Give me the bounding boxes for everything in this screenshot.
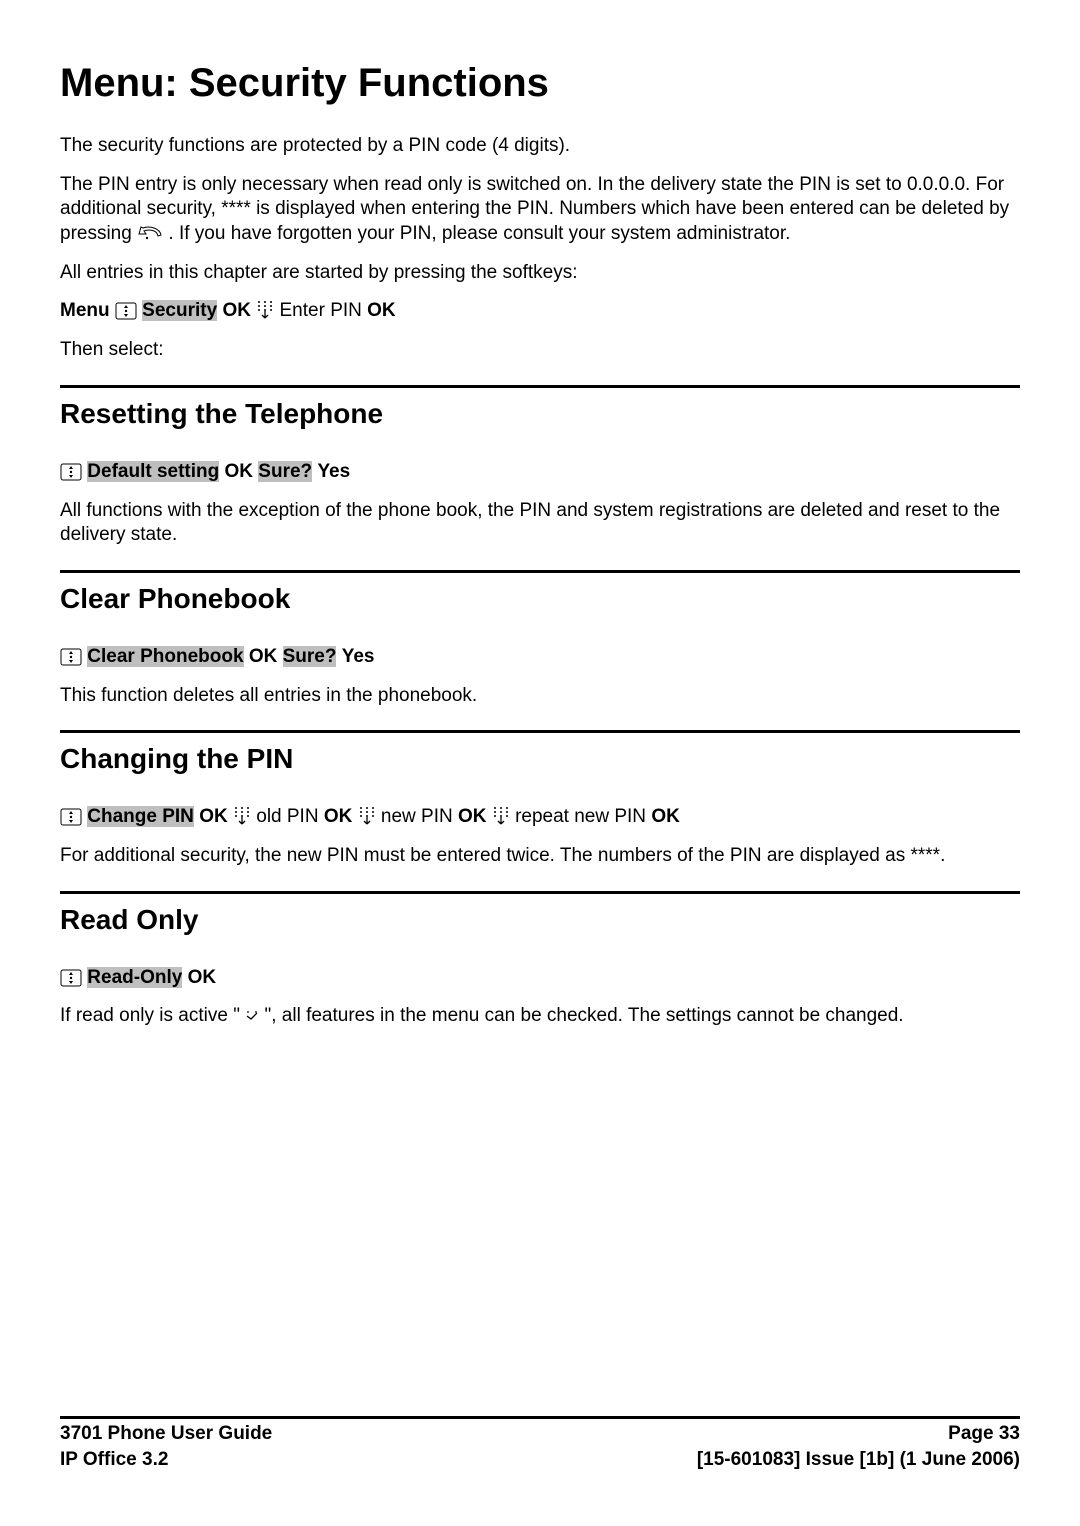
old-pin-label: old PIN (256, 806, 324, 827)
footer-right-2: [15-601083] Issue [1b] (1 June 2006) (697, 1449, 1020, 1471)
pin-body: For additional security, the new PIN mus… (60, 844, 1020, 869)
ok-label: OK (458, 806, 492, 827)
nav-key-icon (60, 807, 82, 827)
footer-divider (60, 1416, 1020, 1419)
security-softkey: Security (142, 300, 217, 321)
reset-sequence: Default setting OK Sure? Yes (60, 460, 1020, 485)
nav-key-icon (115, 301, 137, 321)
intro-p2b: . If you have forgotten your PIN, please… (168, 223, 790, 244)
ok-label: OK (324, 806, 358, 827)
sure-softkey: Sure? (258, 461, 312, 482)
footer-left-1: 3701 Phone User Guide (60, 1423, 272, 1445)
readonly-body: If read only is active " ", all features… (60, 1004, 1020, 1029)
footer-right-1: Page 33 (948, 1423, 1020, 1445)
ok-label: OK (222, 300, 256, 321)
intro-sequence: Menu Security OK Enter PIN OK (60, 299, 1020, 324)
clear-body: This function deletes all entries in the… (60, 684, 1020, 709)
yes-label: Yes (342, 646, 375, 667)
default-setting-softkey: Default setting (87, 461, 219, 482)
pin-heading: Changing the PIN (60, 743, 1020, 775)
section-divider (60, 385, 1020, 388)
ok-label: OK (225, 461, 259, 482)
readonly-heading: Read Only (60, 904, 1020, 936)
reset-heading: Resetting the Telephone (60, 398, 1020, 430)
change-pin-softkey: Change PIN (87, 806, 194, 827)
readonly-body-b: ", all features in the menu can be check… (265, 1005, 904, 1026)
read-only-softkey: Read-Only (87, 967, 182, 988)
checkmark-indicator-icon (245, 1009, 259, 1021)
pin-sequence: Change PIN OK old PIN OK (60, 805, 1020, 830)
then-select: Then select: (60, 338, 1020, 363)
readonly-body-a: If read only is active " (60, 1005, 240, 1026)
repeat-pin-label: repeat new PIN (515, 806, 651, 827)
keypad-icon (233, 806, 251, 828)
ok-label-2: OK (367, 300, 396, 321)
section-divider (60, 570, 1020, 573)
footer-left-2: IP Office 3.2 (60, 1449, 168, 1471)
clear-sequence: Clear Phonebook OK Sure? Yes (60, 645, 1020, 670)
clear-heading: Clear Phonebook (60, 583, 1020, 615)
intro-p3: All entries in this chapter are started … (60, 261, 1020, 286)
ok-label: OK (651, 806, 680, 827)
section-divider (60, 891, 1020, 894)
ok-label: OK (188, 967, 217, 988)
page-content: Menu: Security Functions The security fu… (0, 0, 1080, 1029)
new-pin-label: new PIN (381, 806, 458, 827)
menu-label: Menu (60, 300, 110, 321)
enter-pin-label: Enter PIN (280, 300, 368, 321)
ok-label: OK (249, 646, 283, 667)
reset-body: All functions with the exception of the … (60, 499, 1020, 548)
keypad-icon (358, 806, 376, 828)
keypad-icon (256, 300, 274, 322)
sure-softkey: Sure? (283, 646, 337, 667)
page-title: Menu: Security Functions (60, 60, 1020, 106)
nav-key-icon (60, 462, 82, 482)
yes-label: Yes (317, 461, 350, 482)
nav-key-icon (60, 647, 82, 667)
clear-phonebook-softkey: Clear Phonebook (87, 646, 243, 667)
intro-p2: The PIN entry is only necessary when rea… (60, 173, 1020, 247)
page-footer: 3701 Phone User Guide Page 33 IP Office … (60, 1416, 1020, 1471)
readonly-sequence: Read-Only OK (60, 966, 1020, 991)
backspace-call-icon (137, 226, 163, 242)
intro-p1: The security functions are protected by … (60, 134, 1020, 159)
section-divider (60, 730, 1020, 733)
ok-label: OK (199, 806, 233, 827)
keypad-icon (492, 806, 510, 828)
nav-key-icon (60, 968, 82, 988)
